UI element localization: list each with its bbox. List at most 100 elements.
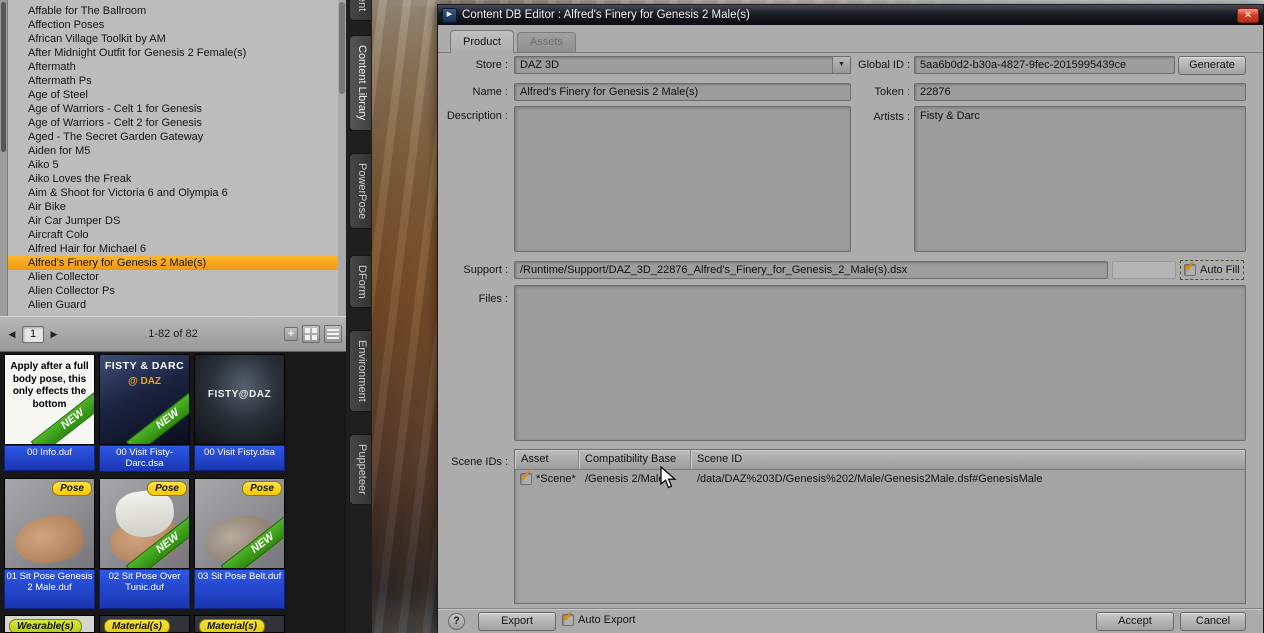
scrollbar-thumb[interactable] [339, 2, 345, 94]
cancel-button[interactable]: Cancel [1180, 612, 1246, 631]
token-label: Token : [874, 86, 910, 98]
global-id-input[interactable] [914, 56, 1175, 74]
list-item[interactable]: Alfred Hair for Michael 6 [8, 242, 338, 256]
artists-label: Artists : [873, 111, 910, 123]
auto-export-checkbox[interactable]: ✔ [562, 609, 574, 626]
thumbnail-image: FISTY & DARC @ DAZ NEW [99, 354, 190, 445]
thumbnail-caption2: @ DAZ [127, 376, 162, 387]
compatibility-base-cell: /Genesis 2/Male [585, 473, 665, 485]
dialog-icon: ▶ [442, 7, 457, 23]
list-item[interactable]: Air Bike [8, 200, 338, 214]
thumb-size-button[interactable]: + [284, 327, 298, 341]
list-item[interactable]: Affection Poses [8, 18, 338, 32]
list-item[interactable]: Aftermath [8, 60, 338, 74]
page-input[interactable] [22, 325, 44, 343]
asset-cell: *Scene* [536, 473, 576, 485]
list-item[interactable]: Aiko 5 [8, 158, 338, 172]
list-item[interactable]: Affable for The Ballroom [8, 4, 338, 18]
list-item[interactable]: Aftermath Ps [8, 74, 338, 88]
list-item[interactable]: Age of Steel [8, 88, 338, 102]
column-header-asset[interactable]: Asset [515, 450, 579, 469]
tab-product[interactable]: Product [450, 30, 514, 53]
column-header-scene-id[interactable]: Scene ID [691, 450, 1245, 469]
thumbnail[interactable]: FISTY & DARC @ DAZ NEW 00 Visit Fisty-Da… [99, 354, 190, 472]
token-input[interactable] [914, 83, 1246, 101]
name-input[interactable] [514, 83, 851, 101]
side-tab-powerpose[interactable]: PowerPose [349, 152, 371, 229]
auto-export-control[interactable]: ✔ Auto Export [562, 609, 636, 626]
accept-button[interactable]: Accept [1096, 612, 1174, 631]
files-area[interactable] [514, 285, 1246, 441]
support-input[interactable] [514, 261, 1108, 279]
auto-export-label: Auto Export [578, 614, 636, 626]
auto-fill-control[interactable]: ✔ Auto Fill [1180, 259, 1244, 280]
dialog-footer: ? Export ✔ Auto Export Accept Cancel [438, 608, 1263, 633]
thumbnail-label: 00 Visit Fisty.dsa [194, 445, 285, 471]
new-ribbon: NEW [125, 383, 189, 444]
list-item[interactable]: Age of Warriors - Celt 1 for Genesis [8, 102, 338, 116]
list-item[interactable]: Age of Warriors - Celt 2 for Genesis [8, 116, 338, 130]
list-view-button[interactable] [324, 325, 342, 343]
thumbnail-image: Pose NEW [99, 478, 190, 569]
list-item[interactable]: Alien Collector Ps [8, 284, 338, 298]
new-ribbon: NEW [125, 507, 189, 568]
side-tab-environment[interactable]: Environment [349, 330, 371, 413]
list-scrollbar-left[interactable] [0, 0, 8, 316]
side-tab-dform[interactable]: DForm [349, 254, 371, 309]
tab-assets[interactable]: Assets [516, 32, 576, 52]
thumbnail[interactable]: Pose NEW 02 Sit Pose Over Tunic.duf [99, 478, 190, 609]
side-tab-puppeteer[interactable]: Puppeteer [349, 434, 371, 505]
close-icon: ✕ [1243, 9, 1253, 21]
thumbnail[interactable]: Material(s) [99, 615, 190, 633]
list-item[interactable]: After Midnight Outfit for Genesis 2 Fema… [8, 46, 338, 60]
thumbnail[interactable]: Pose NEW 03 Sit Pose Belt.duf [194, 478, 285, 609]
pose-badge: Pose [242, 481, 282, 496]
help-button[interactable]: ? [448, 613, 465, 630]
scene-row-checkbox[interactable]: ✔ [520, 468, 532, 485]
list-item[interactable]: Alien Guard [8, 298, 338, 312]
thumbnail[interactable]: FISTY@DAZ 00 Visit Fisty.dsa [194, 354, 285, 471]
grid-view-button[interactable] [302, 325, 320, 343]
list-item[interactable]: Aiko Loves the Freak [8, 172, 338, 186]
list-item[interactable]: African Village Toolkit by AM [8, 32, 338, 46]
list-item[interactable]: Aged - The Secret Garden Gateway [8, 130, 338, 144]
scene-ids-table: Asset Compatibility Base Scene ID ✔ *Sce… [514, 449, 1246, 604]
thumbnail[interactable]: Wearable(s) [4, 615, 95, 633]
table-row[interactable]: ✔ *Scene* /Genesis 2/Male /data/DAZ%203D… [515, 468, 1245, 488]
list-item[interactable]: Aiden for M5 [8, 144, 338, 158]
list-scrollbar[interactable] [338, 0, 346, 316]
side-tab-clipped[interactable]: ent [349, 0, 371, 22]
scrollbar-thumb[interactable] [1, 2, 6, 152]
support-browse-area[interactable] [1112, 261, 1176, 279]
description-textarea[interactable] [514, 106, 851, 252]
export-button[interactable]: Export [478, 612, 556, 631]
table-header: Asset Compatibility Base Scene ID [515, 450, 1245, 470]
description-label: Description : [446, 110, 508, 122]
store-select[interactable]: DAZ 3D ▼ [514, 56, 851, 74]
checkmark-icon: ✔ [1184, 259, 1195, 274]
auto-fill-checkbox[interactable]: ✔ [1184, 259, 1196, 276]
content-library-pane: Affable for The Ballroom Affection Poses… [0, 0, 346, 633]
thumbnail[interactable]: Pose 01 Sit Pose Genesis 2 Male.duf [4, 478, 95, 609]
generate-button[interactable]: Generate [1178, 56, 1246, 75]
column-header-compatibility-base[interactable]: Compatibility Base [579, 450, 691, 469]
side-tab-content-library[interactable]: Content Library [349, 35, 371, 131]
artists-textarea[interactable]: Fisty & Darc [914, 106, 1246, 252]
page-range-label: 1-82 of 82 [148, 328, 198, 340]
thumbnail[interactable]: Material(s) [194, 615, 285, 633]
prev-page-button[interactable]: ◀ [4, 326, 20, 342]
list-item[interactable]: Alien Collector [8, 270, 338, 284]
dialog-titlebar[interactable]: ▶ Content DB Editor : Alfred's Finery fo… [438, 5, 1263, 25]
thumbnail-label: 00 Info.duf [4, 445, 95, 471]
pagination-bar: ◀ ▶ 1-82 of 82 + [0, 316, 346, 352]
close-button[interactable]: ✕ [1237, 7, 1259, 23]
next-page-button[interactable]: ▶ [46, 326, 62, 342]
list-item[interactable]: Aircraft Colo [8, 228, 338, 242]
list-item-selected[interactable]: Alfred's Finery for Genesis 2 Male(s) [8, 256, 338, 270]
list-item[interactable]: Aim & Shoot for Victoria 6 and Olympia 6 [8, 186, 338, 200]
thumbnail-label: 02 Sit Pose Over Tunic.duf [99, 569, 190, 609]
list-item[interactable]: Air Car Jumper DS [8, 214, 338, 228]
thumbnail-caption: FISTY & DARC [104, 360, 185, 372]
thumbnail[interactable]: Apply after a full body pose, this only … [4, 354, 95, 471]
store-label: Store : [475, 59, 508, 71]
